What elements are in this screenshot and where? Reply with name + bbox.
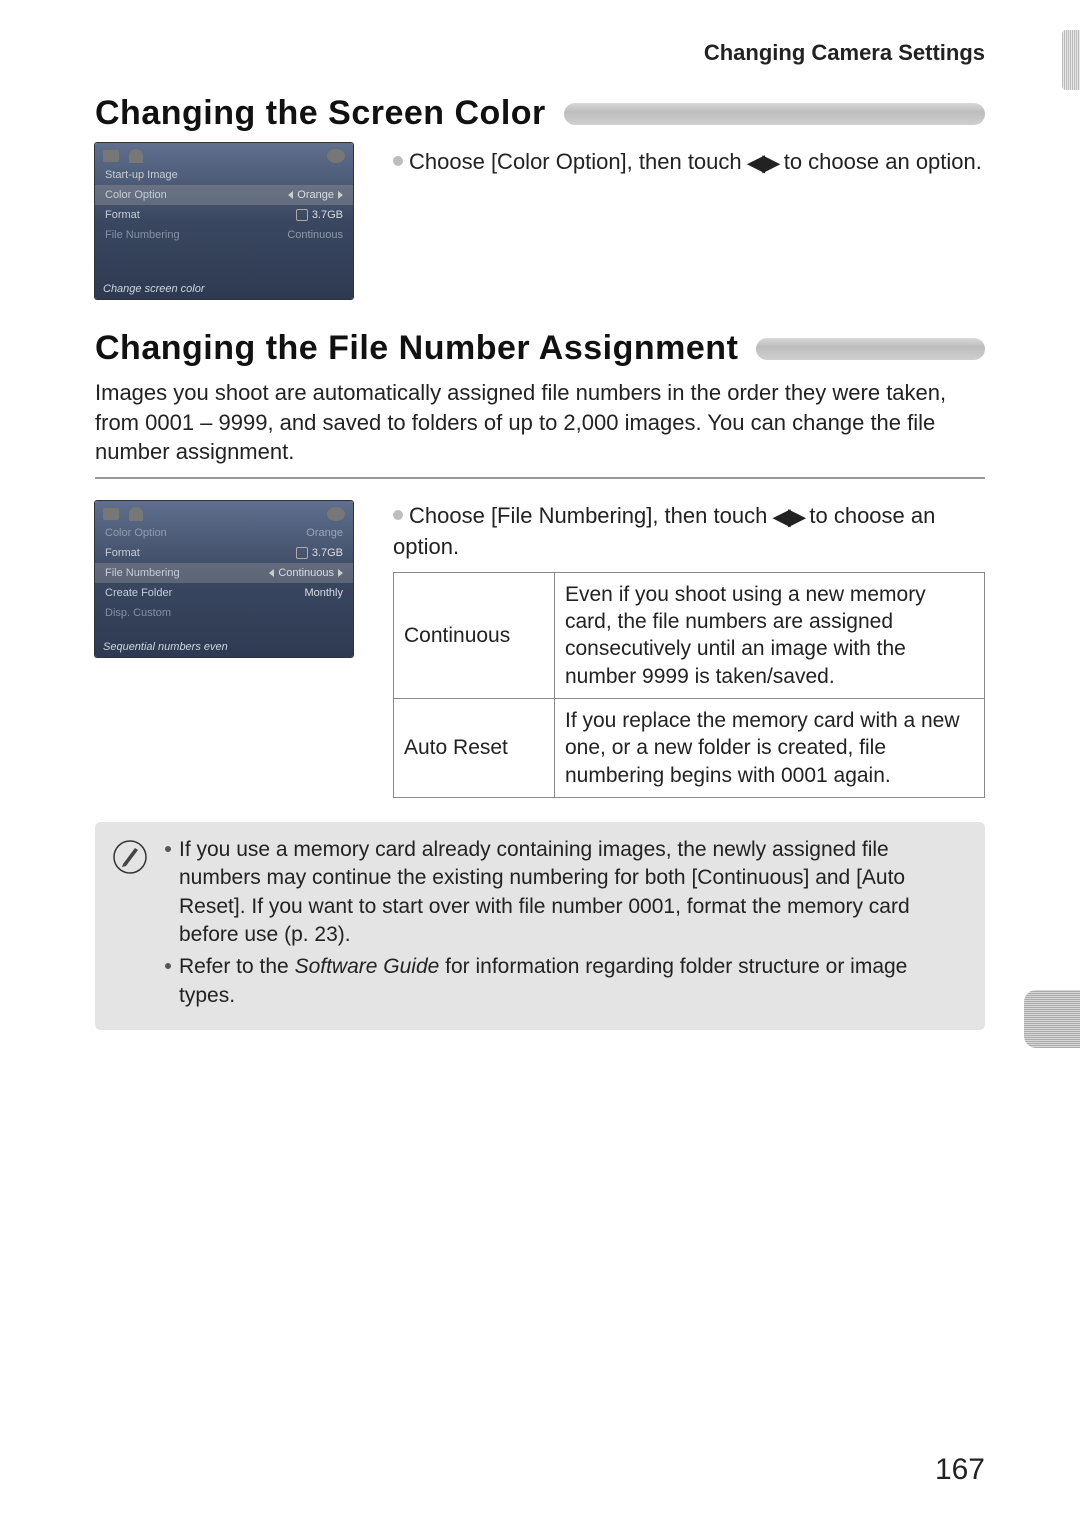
- table-row: Auto Reset If you replace the memory car…: [394, 698, 985, 797]
- camera-screen-help-2: Sequential numbers even: [103, 641, 228, 653]
- option-desc: If you replace the memory card with a ne…: [555, 698, 985, 797]
- option-name: Continuous: [394, 572, 555, 698]
- camera-menu-label: Format: [105, 547, 296, 559]
- camera-menu-row: Color OptionOrange: [95, 523, 353, 543]
- camera-menu-label: File Numbering: [105, 229, 287, 241]
- section2-content: Color OptionOrange Format 3.7GB File Number…: [95, 501, 985, 798]
- note-text-1: If you use a memory card already contain…: [179, 836, 967, 949]
- camera-menu-label: File Numbering: [105, 567, 269, 579]
- camera-menu-label: Start-up Image: [105, 169, 343, 181]
- camera-menu-row: Format 3.7GB: [95, 205, 353, 225]
- arrow-left-icon: [288, 191, 293, 199]
- tools-tab-icon: [129, 507, 143, 521]
- note-bullet-icon: [165, 963, 171, 969]
- camera-menu-value: 3.7GB: [312, 547, 343, 559]
- camera-menu-row: Disp. Custom: [95, 603, 353, 623]
- camera-menu-row: File NumberingContinuous: [95, 225, 353, 245]
- pencil-note-icon: [113, 840, 147, 874]
- camera-menu-label: Disp. Custom: [105, 607, 343, 619]
- bullet-icon: [393, 510, 403, 520]
- bullet-icon: [393, 156, 403, 166]
- camera-menu-row: Create FolderMonthly: [95, 583, 353, 603]
- camera-tab-icon: [103, 150, 119, 162]
- section2-intro: Images you shoot are automatically assig…: [95, 378, 985, 467]
- camera-menu-row: Format 3.7GB: [95, 543, 353, 563]
- camera-screen-topbar: [95, 143, 353, 165]
- section1-content: Start-up Image Color Option OrangeFormat 3.…: [95, 143, 985, 299]
- section1-instruction-post: to choose an option.: [778, 149, 982, 174]
- left-right-arrows-icon: ◀▶: [748, 148, 778, 178]
- divider: [95, 477, 985, 479]
- table-row: Continuous Even if you shoot using a new…: [394, 572, 985, 698]
- tools-tab-icon: [129, 149, 143, 163]
- camera-menu-label: Color Option: [105, 527, 306, 539]
- note-bullet-icon: [165, 846, 171, 852]
- thumb-tab-top: [1062, 30, 1080, 90]
- section-title-row-2: Changing the File Number Assignment: [95, 329, 985, 368]
- camera-menu-label: Format: [105, 209, 296, 221]
- section-title-bar-2: [756, 338, 985, 360]
- section-title-bar-1: [564, 103, 985, 125]
- disk-icon: [296, 547, 308, 559]
- section-title-2: Changing the File Number Assignment: [95, 329, 738, 368]
- camera-menu-row: Color Option Orange: [95, 185, 353, 205]
- option-name: Auto Reset: [394, 698, 555, 797]
- page-header: Changing Camera Settings: [95, 40, 985, 66]
- return-icon: [327, 149, 345, 163]
- section-title-row-1: Changing the Screen Color: [95, 94, 985, 133]
- note-box: If you use a memory card already contain…: [95, 822, 985, 1030]
- note-item: If you use a memory card already contain…: [165, 836, 967, 949]
- camera-screen-help-1: Change screen color: [103, 283, 205, 295]
- page-number: 167: [935, 1453, 985, 1487]
- note-text-2: Refer to the Software Guide for informat…: [179, 953, 967, 1010]
- camera-menu-label: Color Option: [105, 189, 288, 201]
- camera-tab-icon: [103, 508, 119, 520]
- camera-menu-value: Continuous: [287, 229, 343, 241]
- camera-menu-label: Create Folder: [105, 587, 304, 599]
- file-numbering-options-table: Continuous Even if you shoot using a new…: [393, 572, 985, 798]
- manual-page: Changing Camera Settings Changing the Sc…: [0, 0, 1080, 1521]
- option-desc: Even if you shoot using a new memory car…: [555, 572, 985, 698]
- software-guide-ref: Software Guide: [295, 955, 440, 978]
- camera-menu-row: Start-up Image: [95, 165, 353, 185]
- camera-menu-value: Orange: [297, 189, 334, 201]
- section1-instruction-pre: Choose [Color Option], then touch: [409, 149, 748, 174]
- section-title-1: Changing the Screen Color: [95, 94, 546, 133]
- arrow-right-icon: [338, 569, 343, 577]
- section2-right-col: Choose [File Numbering], then touch ◀▶ t…: [393, 501, 985, 798]
- arrow-right-icon: [338, 191, 343, 199]
- camera-menu-value: Monthly: [304, 587, 343, 599]
- section2-instruction: Choose [File Numbering], then touch ◀▶ t…: [393, 501, 985, 562]
- arrow-left-icon: [269, 569, 274, 577]
- section1-instruction: Choose [Color Option], then touch ◀▶ to …: [393, 143, 985, 299]
- thumb-tab-section: [1024, 990, 1080, 1048]
- camera-screen-topbar-2: [95, 501, 353, 523]
- note-body: If you use a memory card already contain…: [165, 836, 967, 1014]
- left-right-arrows-icon: ◀▶: [773, 502, 803, 532]
- camera-menu-value: 3.7GB: [312, 209, 343, 221]
- camera-menu-row: File Numbering Continuous: [95, 563, 353, 583]
- return-icon: [327, 507, 345, 521]
- section2-instruction-pre: Choose [File Numbering], then touch: [409, 503, 773, 528]
- disk-icon: [296, 209, 308, 221]
- camera-screen-file-numbering: Color OptionOrange Format 3.7GB File Number…: [95, 501, 353, 657]
- camera-screen-color-option: Start-up Image Color Option OrangeFormat 3.…: [95, 143, 353, 299]
- camera-menu-value: Continuous: [278, 567, 334, 579]
- camera-menu-value: Orange: [306, 527, 343, 539]
- note-item: Refer to the Software Guide for informat…: [165, 953, 967, 1010]
